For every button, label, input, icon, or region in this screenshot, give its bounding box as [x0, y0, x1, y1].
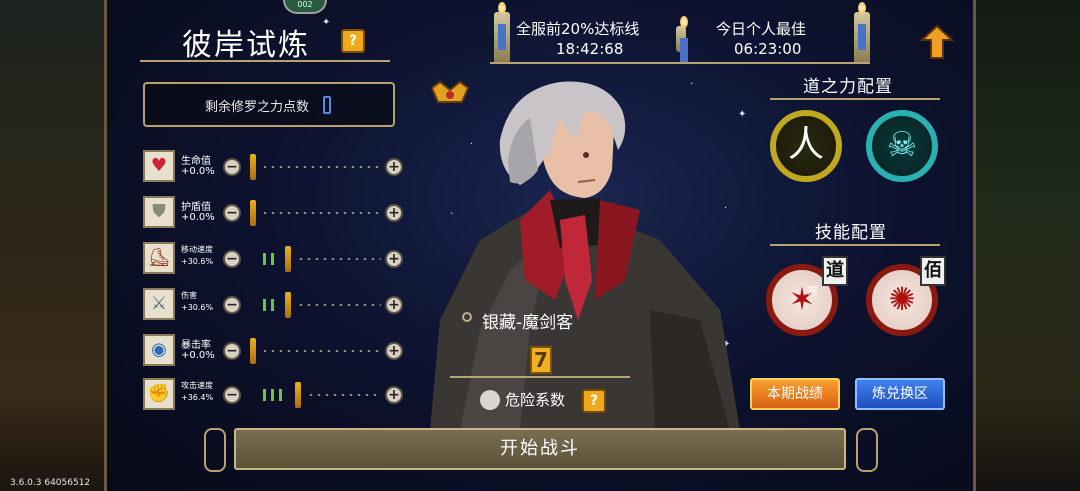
- stat-name: 暴击率: [181, 340, 211, 351]
- decrease-button[interactable]: −: [223, 342, 241, 360]
- stat-value: +0.0%: [181, 350, 215, 361]
- stat-slider-handle[interactable]: [285, 292, 291, 318]
- stat-track: [261, 350, 381, 352]
- candle-icon: [854, 2, 870, 64]
- stat-slider-handle[interactable]: [250, 338, 256, 364]
- stat-value: +0.0%: [181, 212, 215, 223]
- shield-icon: ⛊: [143, 196, 175, 228]
- season-record-button[interactable]: 本期战绩: [750, 378, 840, 410]
- dao-config-title: 道之力配置: [803, 77, 893, 97]
- decrease-button[interactable]: −: [223, 296, 241, 314]
- stat-row-crit: ◉ 暴击率 +0.0% − +: [143, 332, 413, 372]
- danger-help-icon[interactable]: ?: [582, 389, 606, 413]
- decrease-button[interactable]: −: [223, 158, 241, 176]
- hero-name: 银藏-魔剑客: [482, 313, 574, 333]
- skill-divider: [770, 244, 940, 246]
- skill-tag-1: 道: [822, 256, 848, 286]
- danger-divider: [450, 376, 630, 378]
- skill-tag-1-small: 居: [808, 286, 818, 297]
- bottom-ornament-left: [204, 428, 226, 472]
- hero-name-ornament: [462, 312, 472, 322]
- sword-icon: ⚔: [143, 288, 175, 320]
- level-tick: [271, 253, 274, 265]
- stat-name: 护盾值: [181, 202, 211, 213]
- stat-row-shield: ⛊ 护盾值 +0.0% − +: [143, 194, 413, 234]
- stat-row-hp: ♥ 生命值 +0.0% − +: [143, 148, 413, 188]
- server-threshold-label: 全服前20%达标线: [516, 20, 640, 38]
- level-tick: [271, 389, 274, 401]
- stat-value: +30.6%: [181, 257, 214, 266]
- stat-name: 伤害: [181, 291, 197, 300]
- fist-icon: ✊: [143, 378, 175, 410]
- level-tick: [263, 389, 266, 401]
- points-value: [323, 96, 331, 114]
- dao-slot-skull[interactable]: ☠: [866, 110, 938, 182]
- stat-name: 移动速度: [181, 245, 213, 254]
- exchange-button[interactable]: 炼兑换区: [855, 378, 945, 410]
- decrease-button[interactable]: −: [223, 250, 241, 268]
- boot-icon: ⛸: [143, 242, 175, 274]
- help-icon[interactable]: ?: [341, 29, 365, 53]
- level-tick: [263, 299, 266, 311]
- personal-best-time: 06:23:00: [734, 40, 802, 58]
- stat-track: [297, 304, 381, 306]
- bottom-ornament-right: [856, 428, 878, 472]
- server-threshold-time: 18:42:68: [556, 40, 624, 58]
- decrease-button[interactable]: −: [223, 204, 241, 222]
- stat-track: [307, 394, 381, 396]
- danger-value: 7: [530, 346, 552, 374]
- heart-icon: ♥: [143, 150, 175, 182]
- level-tick: [263, 253, 266, 265]
- stat-value: +36.4%: [181, 393, 214, 402]
- points-label: 剩余修罗之力点数: [205, 100, 310, 115]
- start-battle-button[interactable]: 开始战斗: [234, 428, 846, 470]
- skill-tag-2: 佰: [920, 256, 946, 286]
- page-title: 彼岸试炼: [182, 28, 310, 63]
- background-right: [972, 0, 1080, 491]
- dao-slot-ren[interactable]: 人: [770, 110, 842, 182]
- level-tick: [279, 389, 282, 401]
- stat-slider-handle[interactable]: [285, 246, 291, 272]
- background-left: [0, 0, 108, 491]
- points-box: 剩余修罗之力点数: [143, 82, 395, 127]
- stat-value: +30.6%: [181, 303, 214, 312]
- stat-track: [261, 212, 381, 214]
- personal-best-label: 今日个人最佳: [716, 20, 807, 38]
- eye-icon: ◉: [143, 334, 175, 366]
- stat-row-damage: ⚔ 伤害 +30.6% − +: [143, 286, 413, 326]
- stat-row-atkspeed: ✊ 攻击速度 +36.4% − +: [143, 376, 413, 416]
- decrease-button[interactable]: −: [223, 386, 241, 404]
- stat-name: 攻击速度: [181, 381, 213, 390]
- stat-value: +0.0%: [181, 166, 215, 177]
- timer-divider: [490, 62, 870, 64]
- version-label: 3.6.0.3 64056512: [10, 478, 91, 488]
- stat-slider-handle[interactable]: [250, 154, 256, 180]
- star: ✦: [322, 17, 331, 28]
- skill-config-title: 技能配置: [815, 223, 887, 243]
- dao-divider: [770, 98, 940, 100]
- stat-slider-handle[interactable]: [295, 382, 301, 408]
- stat-slider-handle[interactable]: [250, 200, 256, 226]
- stat-track: [297, 258, 381, 260]
- stat-row-speed: ⛸ 移动速度 +30.6% − +: [143, 240, 413, 280]
- stat-name: 生命值: [181, 156, 211, 167]
- upgrade-arrow-icon[interactable]: [918, 24, 956, 62]
- divider-ornament: [676, 16, 688, 64]
- candle-icon: [494, 2, 510, 64]
- stat-track: [261, 166, 381, 168]
- title-underline: [140, 60, 390, 62]
- danger-label: 危险系数: [505, 391, 566, 409]
- level-tick: [271, 299, 274, 311]
